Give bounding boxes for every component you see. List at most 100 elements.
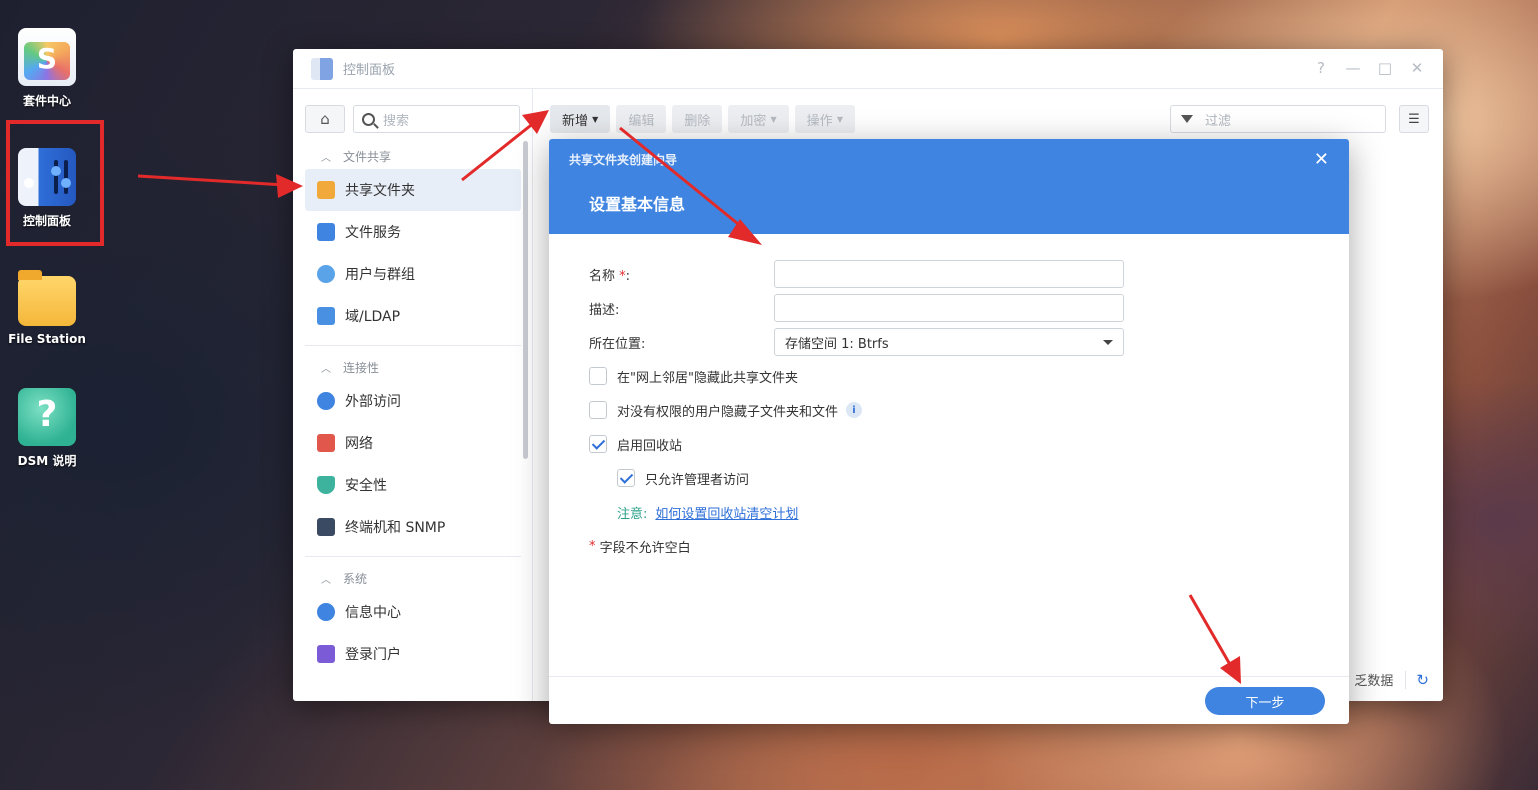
sidebar-item-security[interactable]: 安全性	[305, 464, 521, 506]
button-label: 新增	[562, 113, 589, 129]
delete-button[interactable]: 删除	[672, 105, 723, 133]
maximize-button[interactable]: □	[1375, 59, 1395, 77]
info-icon	[317, 603, 335, 621]
create-button[interactable]: 新增 ▼	[550, 105, 611, 133]
name-row: 名称 *:	[589, 257, 1309, 291]
window-title: 控制面板	[343, 63, 396, 78]
sidebar: ⌂ 搜索 ︿ 文件共享 共享文件夹 文件服务 用户与群组 域/LDAP ︿ 连接性 …	[293, 89, 533, 701]
sidebar-item-domain-ldap[interactable]: 域/LDAP	[305, 295, 521, 337]
encrypt-button[interactable]: 加密 ▼	[728, 105, 789, 133]
hide-subfolders-checkbox[interactable]	[589, 401, 607, 419]
edit-button[interactable]: 编辑	[616, 105, 667, 133]
next-button[interactable]: 下一步	[1205, 687, 1325, 715]
status-bar: 乏数据 ↻	[1354, 670, 1429, 689]
filter-placeholder: 过滤	[1205, 113, 1232, 129]
dropdown-caret-icon	[1103, 340, 1113, 345]
sidebar-item-label: 域/LDAP	[345, 309, 401, 325]
folder-icon	[18, 270, 76, 326]
chevron-up-icon: ︿	[321, 363, 331, 375]
shared-folder-icon	[317, 181, 335, 199]
home-button[interactable]: ⌂	[305, 105, 345, 133]
button-label: 加密	[740, 113, 767, 129]
recycle-bin-checkbox[interactable]	[589, 435, 607, 453]
sidebar-search-input[interactable]: 搜索	[353, 105, 520, 133]
minimize-button[interactable]: —	[1343, 59, 1363, 77]
dialog-footer: 下一步	[549, 676, 1349, 724]
toolbar: 新增 ▼ 编辑 删除 加密 ▼ 操作 ▼	[550, 105, 855, 133]
hide-network-checkbox[interactable]	[589, 367, 607, 385]
chevron-down-icon: ▼	[592, 114, 599, 124]
filter-input[interactable]: 过滤	[1170, 105, 1386, 133]
section-header-system[interactable]: ︿ 系统	[305, 565, 521, 591]
sidebar-item-label: 登录门户	[345, 647, 401, 663]
sidebar-item-login-portal[interactable]: 登录门户	[305, 633, 521, 675]
window-controls: ? — □ ✕	[1311, 59, 1427, 77]
help-button[interactable]: ?	[1311, 59, 1331, 77]
sidebar-item-label: 外部访问	[345, 394, 401, 410]
sidebar-item-label: 文件服务	[345, 225, 401, 241]
sidebar-item-shared-folder[interactable]: 共享文件夹	[305, 169, 521, 211]
item-count-text: 乏数据	[1354, 674, 1394, 689]
sidebar-item-info-center[interactable]: 信息中心	[305, 591, 521, 633]
location-label: 所在位置:	[589, 336, 646, 352]
desktop-icon-label: 套件中心	[22, 94, 71, 108]
note-label: 注意:	[617, 506, 648, 522]
chevron-up-icon: ︿	[321, 574, 331, 586]
sidebar-item-label: 信息中心	[345, 605, 401, 621]
section-header-connectivity[interactable]: ︿ 连接性	[305, 354, 521, 380]
close-button[interactable]: ✕	[1407, 59, 1427, 77]
desktop-icon-package-center[interactable]: S 套件中心	[0, 28, 94, 109]
sort-icon: ☰	[1408, 111, 1420, 127]
annotation-highlight-box	[6, 120, 104, 246]
required-asterisk: *	[589, 538, 596, 554]
description-input[interactable]	[774, 294, 1124, 322]
chevron-up-icon: ︿	[321, 152, 331, 164]
sidebar-item-users-groups[interactable]: 用户与群组	[305, 253, 521, 295]
name-label-text: 名称	[589, 268, 616, 284]
desktop-icon-dsm-help[interactable]: ? DSM 说明	[0, 388, 94, 469]
sidebar-item-external-access[interactable]: 外部访问	[305, 380, 521, 422]
note-row: 注意: 如何设置回收站清空计划	[589, 495, 1309, 529]
required-note: * 字段不允许空白	[589, 529, 1309, 563]
dialog-close-button[interactable]: ✕	[1314, 149, 1329, 170]
window-titlebar[interactable]: 控制面板 ? — □ ✕	[293, 49, 1443, 89]
chevron-down-icon: ▼	[770, 114, 777, 124]
basic-info-form: 名称 *: 描述: 所在位置: 存储空间 1: Btrfs 在"网上邻居"隐藏此…	[589, 257, 1309, 563]
desktop-icon-file-station[interactable]: File Station	[0, 268, 94, 346]
name-label: 名称 *:	[589, 265, 774, 284]
info-icon[interactable]: i	[846, 402, 863, 418]
location-select[interactable]: 存储空间 1: Btrfs	[774, 328, 1124, 356]
sidebar-item-terminal-snmp[interactable]: 终端机和 SNMP	[305, 506, 521, 548]
recycle-bin-label: 启用回收站	[617, 438, 683, 454]
required-note-text: 字段不允许空白	[599, 540, 691, 556]
hide-network-row: 在"网上邻居"隐藏此共享文件夹	[589, 359, 1309, 393]
location-row: 所在位置: 存储空间 1: Btrfs	[589, 325, 1309, 359]
annotation-arrow	[137, 174, 286, 187]
admin-only-checkbox[interactable]	[617, 469, 635, 487]
sidebar-item-label: 安全性	[345, 478, 387, 494]
hide-subfolders-row: 对没有权限的用户隐藏子文件夹和文件 i	[589, 393, 1309, 427]
description-label: 描述:	[589, 302, 620, 318]
chevron-down-icon: ▼	[836, 114, 843, 124]
sidebar-item-network[interactable]: 网络	[305, 422, 521, 464]
filter-icon	[1181, 115, 1193, 123]
step-title: 设置基本信息	[589, 195, 686, 214]
action-button[interactable]: 操作 ▼	[794, 105, 855, 133]
name-input[interactable]	[774, 260, 1124, 288]
domain-icon	[317, 307, 335, 325]
section-header-file-sharing[interactable]: ︿ 文件共享	[305, 143, 521, 169]
file-services-icon	[317, 223, 335, 241]
sidebar-item-label: 共享文件夹	[345, 183, 415, 199]
sidebar-item-file-services[interactable]: 文件服务	[305, 211, 521, 253]
refresh-icon[interactable]: ↻	[1405, 670, 1429, 689]
recycle-bin-schedule-link[interactable]: 如何设置回收站清空计划	[655, 503, 798, 522]
external-access-icon	[317, 392, 335, 410]
shared-folder-wizard-dialog: 共享文件夹创建向导 设置基本信息 ✕ 名称 *: 描述: 所在位置: 存储空间 …	[549, 139, 1349, 724]
section-title: 文件共享	[343, 149, 392, 164]
shield-icon	[317, 476, 335, 494]
description-row: 描述:	[589, 291, 1309, 325]
sidebar-scrollbar[interactable]	[523, 141, 528, 459]
sort-button[interactable]: ☰	[1399, 105, 1429, 133]
package-center-icon: S	[18, 28, 76, 86]
location-value: 存储空间 1: Btrfs	[785, 336, 889, 352]
